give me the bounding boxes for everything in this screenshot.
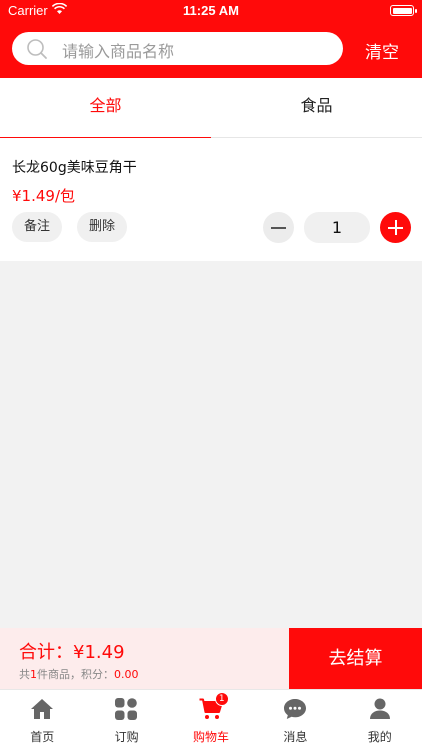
tab-bar-messages-label: 消息: [283, 730, 308, 744]
clear-button[interactable]: 清空: [354, 38, 410, 63]
item-name: 长龙60g美味豆角干: [12, 160, 137, 176]
tab-food-label: 食品: [300, 96, 333, 115]
summary-points: 0.00: [114, 668, 139, 681]
tab-bar-profile-label: 我的: [367, 730, 392, 744]
tab-bar-cart-label: 购物车: [192, 730, 229, 744]
quantity-field[interactable]: 1: [304, 212, 370, 243]
chat-icon: [284, 699, 307, 719]
cart-count-badge: 1: [214, 692, 229, 706]
cart-item: 长龙60g美味豆角干 ¥1.49/包 备注 删除 1: [0, 138, 422, 261]
tab-all-label: 全部: [89, 96, 122, 115]
tab-bar-home-label: 首页: [30, 730, 55, 744]
status-bar: Carrier 11:25 AM: [0, 0, 422, 22]
user-icon: [369, 698, 390, 719]
status-time: 11:25 AM: [183, 3, 239, 18]
cart-summary: 共1件商品，积分：0.00: [19, 666, 139, 682]
summary-middle: 件商品，积分：: [37, 668, 114, 681]
tab-food[interactable]: 食品: [211, 78, 422, 138]
home-icon: [31, 699, 53, 719]
tab-bar-home[interactable]: 首页: [0, 690, 84, 750]
checkout-bar: 合计：¥1.49 共1件商品，积分：0.00 去结算: [0, 628, 422, 689]
search-input[interactable]: 请输入商品名称: [12, 32, 343, 65]
decrease-quantity-button[interactable]: [263, 212, 294, 243]
battery-icon: [390, 5, 417, 16]
tab-all[interactable]: 全部: [0, 78, 211, 139]
note-button[interactable]: 备注: [12, 212, 63, 242]
search-placeholder: 请输入商品名称: [62, 42, 175, 61]
tab-bar-profile[interactable]: 我的: [338, 690, 422, 750]
tab-bar-order[interactable]: 订购: [84, 690, 168, 750]
grid-icon: [115, 698, 138, 720]
total-amount: 合计：¥1.49: [19, 642, 125, 663]
checkout-button[interactable]: 去结算: [289, 628, 422, 689]
header: Carrier 11:25 AM 请输入商品名称 清空: [0, 0, 422, 78]
increase-quantity-button[interactable]: [380, 212, 411, 243]
category-tabs: 全部 食品: [0, 78, 422, 139]
tab-bar-cart[interactable]: 1 购物车: [169, 690, 253, 750]
tab-bar-order-label: 订购: [114, 730, 139, 744]
summary-count: 1: [30, 668, 37, 681]
delete-button[interactable]: 删除: [77, 212, 128, 242]
tab-bar-messages[interactable]: 消息: [253, 690, 337, 750]
item-price: ¥1.49/包: [12, 187, 75, 205]
search-icon: [27, 39, 47, 59]
summary-prefix: 共: [19, 668, 30, 681]
bottom-tab-bar: 首页 订购 1 购物车 消息 我的: [0, 689, 422, 750]
